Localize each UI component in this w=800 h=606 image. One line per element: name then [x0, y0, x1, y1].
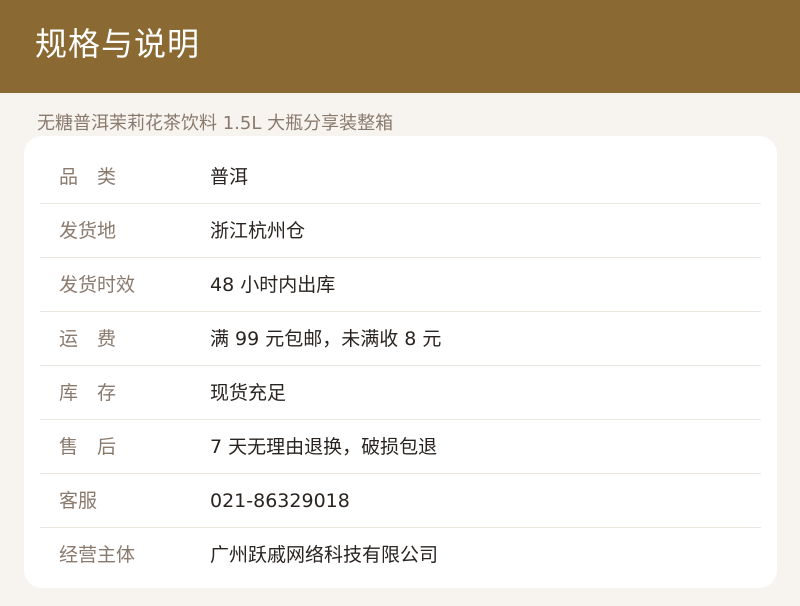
spec-label: 客服 — [59, 490, 98, 512]
spec-value: 7 天无理由退换，破损包退 — [210, 436, 438, 458]
spec-label: 库 存 — [59, 382, 117, 404]
spec-value: 浙江杭州仓 — [210, 220, 306, 242]
spec-row-category: 品 类 普洱 — [40, 150, 761, 204]
spec-row-operator: 经营主体 广州跃戚网络科技有限公司 — [40, 528, 761, 582]
page-title: 规格与说明 — [35, 25, 201, 63]
page-header: 规格与说明 — [0, 0, 800, 93]
spec-value: 48 小时内出库 — [210, 274, 336, 296]
spec-label: 运 费 — [59, 328, 117, 350]
spec-row-ship-time: 发货时效 48 小时内出库 — [40, 258, 761, 312]
specs-card: 品 类 普洱 发货地 浙江杭州仓 发货时效 48 小时内出库 运 费 满 99 … — [24, 136, 777, 588]
spec-row-customer-service: 客服 021-86329018 — [40, 474, 761, 528]
customer-service-phone[interactable]: 021-86329018 — [210, 474, 350, 528]
spec-row-stock: 库 存 现货充足 — [40, 366, 761, 420]
spec-row-ship-from: 发货地 浙江杭州仓 — [40, 204, 761, 258]
spec-label: 发货地 — [59, 220, 117, 242]
spec-value: 广州跃戚网络科技有限公司 — [210, 544, 439, 566]
spec-row-shipping-fee: 运 费 满 99 元包邮，未满收 8 元 — [40, 312, 761, 366]
spec-label: 售 后 — [59, 436, 117, 458]
spec-value: 满 99 元包邮，未满收 8 元 — [210, 328, 442, 350]
spec-row-after-sales: 售 后 7 天无理由退换，破损包退 — [40, 420, 761, 474]
spec-value: 现货充足 — [210, 382, 287, 404]
spec-label: 品 类 — [59, 166, 117, 188]
product-name: 无糖普洱茉莉花茶饮料 1.5L 大瓶分享装整箱 — [37, 113, 394, 134]
spec-value: 普洱 — [210, 166, 249, 188]
spec-label: 经营主体 — [59, 544, 136, 566]
spec-label: 发货时效 — [59, 274, 136, 296]
